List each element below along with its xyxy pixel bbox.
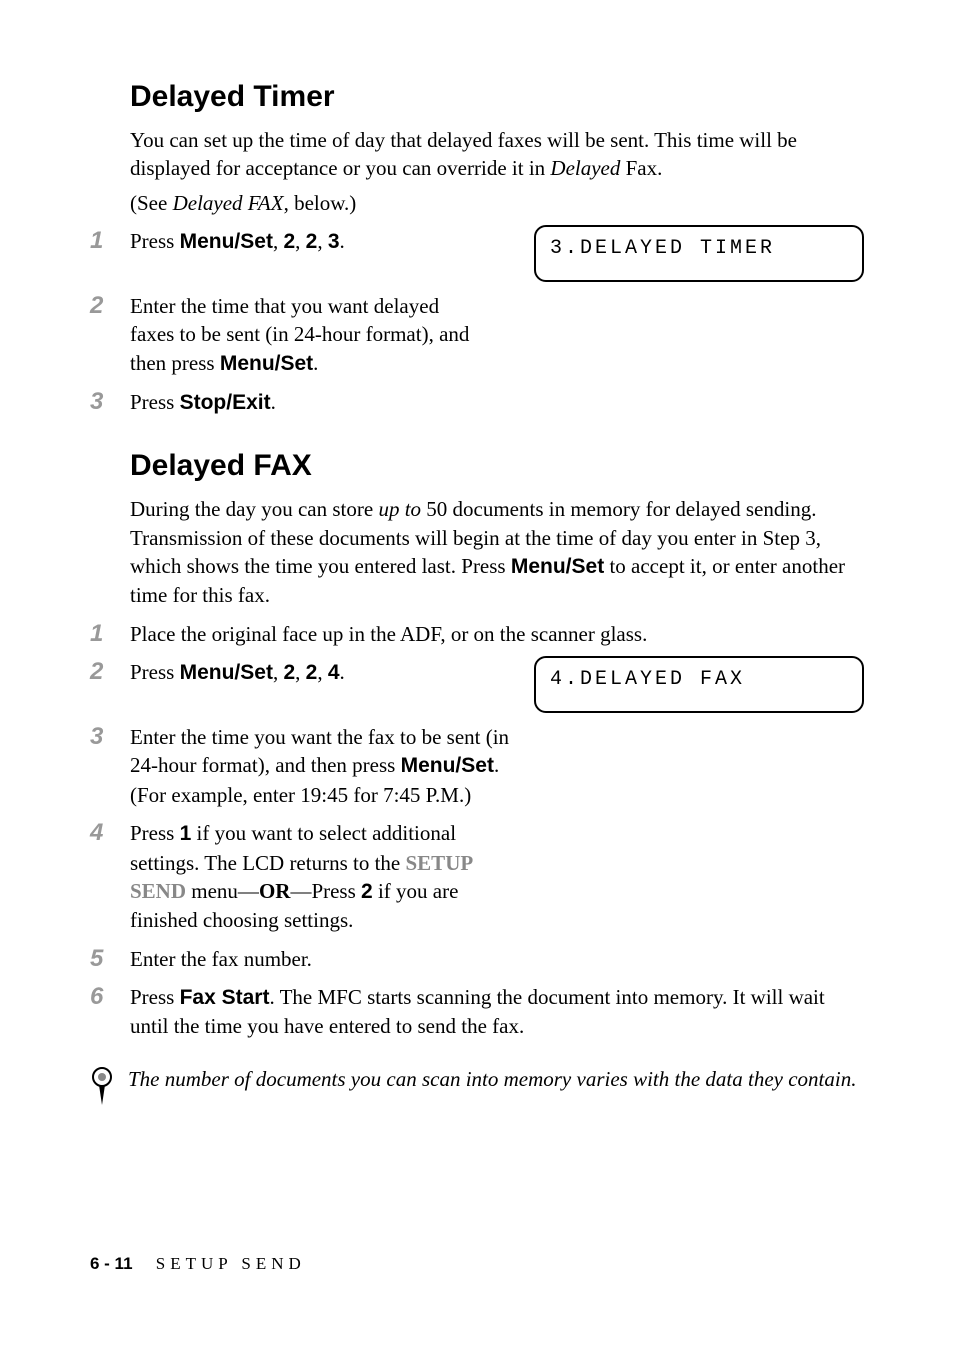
step-number: 6 <box>90 981 118 1013</box>
step-key: 3 <box>328 230 340 253</box>
steps-delayed-fax: 1 Place the original face up in the ADF,… <box>90 620 864 1041</box>
step-text: Press <box>130 390 180 414</box>
list-item: 2 Press Menu/Set, 2, 2, 4. 4.DELAYED FAX <box>90 658 864 713</box>
note-text: The number of documents you can scan int… <box>128 1065 856 1093</box>
step-text: . <box>494 753 499 777</box>
list-item: 2 Enter the time that you want delayed f… <box>90 292 864 378</box>
list-item: 3 Press Stop/Exit. <box>90 388 864 417</box>
step-bold: Menu/Set <box>180 661 273 684</box>
steps-delayed-timer: 1 Press Menu/Set, 2, 2, 3. 3.DELAYED TIM… <box>90 227 864 417</box>
heading-delayed-fax: Delayed FAX <box>130 449 864 483</box>
step-number: 2 <box>90 290 118 322</box>
section-name: SETUP SEND <box>156 1254 306 1273</box>
step-key: 2 <box>306 230 318 253</box>
step-text: . <box>313 351 318 375</box>
see-open: (See <box>130 191 173 215</box>
step-text: , <box>295 660 306 684</box>
step-key: 2 <box>283 661 295 684</box>
step-bold: Menu/Set <box>180 230 273 253</box>
step-key: 2 <box>306 661 318 684</box>
step-number: 2 <box>90 656 118 688</box>
list-item: 1 Press Menu/Set, 2, 2, 3. 3.DELAYED TIM… <box>90 227 864 282</box>
list-item: 4 Press 1 if you want to select addition… <box>90 819 864 934</box>
step-bold: Menu/Set <box>220 352 313 375</box>
intro-ital: up to <box>378 497 421 521</box>
heading-delayed-timer: Delayed Timer <box>130 80 864 114</box>
see-ital: Delayed FAX <box>173 191 284 215</box>
step-text: Press <box>130 821 180 845</box>
list-item: 1 Place the original face up in the ADF,… <box>90 620 864 648</box>
intro-text: During the day you can store <box>130 497 378 521</box>
step-number: 1 <box>90 225 118 257</box>
step-or: OR <box>259 879 291 903</box>
step-key: 2 <box>283 230 295 253</box>
step-text: Press <box>130 660 180 684</box>
intro-ital: Delayed <box>550 156 620 180</box>
step-text: , <box>273 229 284 253</box>
step-number: 5 <box>90 943 118 975</box>
intro-text-2: Fax. <box>620 156 662 180</box>
step-text: . <box>271 390 276 414</box>
step-text: Press <box>130 229 180 253</box>
step-bold: Fax Start <box>180 986 270 1009</box>
step-bold: Menu/Set <box>401 754 494 777</box>
step-number: 4 <box>90 817 118 849</box>
step-text: Press <box>130 985 180 1009</box>
step-key: 4 <box>328 661 340 684</box>
lcd-display-fax: 4.DELAYED FAX <box>534 656 864 713</box>
step-text: —Press <box>290 879 361 903</box>
see-close: , below.) <box>284 191 357 215</box>
step-key: 2 <box>361 880 373 903</box>
intro-bold: Menu/Set <box>511 555 604 578</box>
step-text: Place the original face up in the ADF, o… <box>130 622 647 646</box>
intro-text-1: You can set up the time of day that dela… <box>130 128 797 180</box>
step-text: . <box>340 229 345 253</box>
step-key: 1 <box>180 822 192 845</box>
step-text: , <box>317 229 328 253</box>
step-text: , <box>295 229 306 253</box>
list-item: 6 Press Fax Start. The MFC starts scanni… <box>90 983 864 1041</box>
page-footer: 6 - 11 SETUP SEND <box>90 1254 306 1274</box>
lcd-display-timer: 3.DELAYED TIMER <box>534 225 864 282</box>
page-number: 6 - 11 <box>90 1254 133 1273</box>
step-number: 3 <box>90 386 118 418</box>
step-number: 3 <box>90 721 118 753</box>
intro-delayed-timer: You can set up the time of day that dela… <box>130 126 864 183</box>
content-column: Delayed Timer You can set up the time of… <box>130 80 864 1112</box>
step-text: Enter the fax number. <box>130 947 312 971</box>
intro-delayed-fax: During the day you can store up to 50 do… <box>130 495 864 609</box>
step-text: , <box>317 660 328 684</box>
note: The number of documents you can scan int… <box>90 1065 864 1112</box>
list-item: 3 Enter the time you want the fax to be … <box>90 723 864 809</box>
step-example: (For example, enter 19:45 for 7:45 P.M.) <box>130 783 471 807</box>
step-text: , <box>273 660 284 684</box>
page: Delayed Timer You can set up the time of… <box>0 0 954 1352</box>
step-bold: Stop/Exit <box>180 391 271 414</box>
note-icon <box>90 1067 114 1112</box>
see-reference: (See Delayed FAX, below.) <box>130 189 864 217</box>
step-text: . <box>340 660 345 684</box>
step-number: 1 <box>90 618 118 650</box>
step-text: menu— <box>186 879 259 903</box>
list-item: 5 Enter the fax number. <box>90 945 864 973</box>
